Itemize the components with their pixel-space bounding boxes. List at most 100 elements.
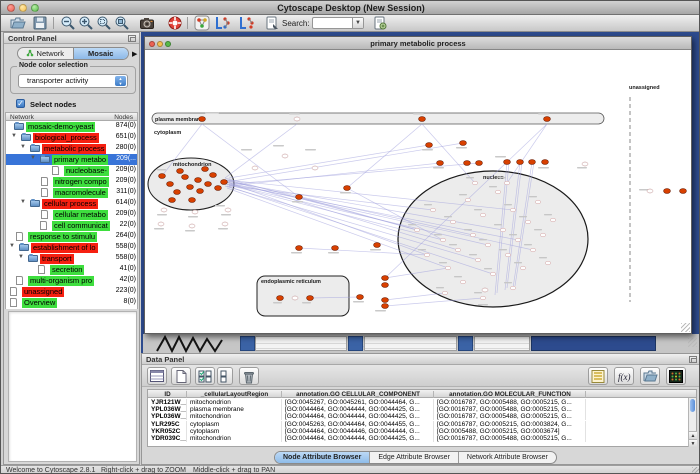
network-node[interactable] xyxy=(510,208,515,212)
background-window-thumbnail[interactable] xyxy=(474,336,530,351)
network-node-selected[interactable] xyxy=(544,117,551,122)
network-node-selected[interactable] xyxy=(529,160,536,165)
network-window-titlebar[interactable]: primary metabolic process xyxy=(145,37,691,50)
network-node-selected[interactable] xyxy=(174,190,181,195)
edit-network-2-icon[interactable] xyxy=(238,15,256,31)
network-node[interactable] xyxy=(424,253,429,257)
network-node-selected[interactable] xyxy=(205,182,212,187)
network-node[interactable] xyxy=(430,208,435,212)
tree-row-nitrogen-compo[interactable]: nitrogen compo209(0) xyxy=(6,176,138,187)
tab-overflow-arrow[interactable]: ▶ xyxy=(132,50,137,58)
network-node[interactable] xyxy=(460,280,465,284)
tree-row-multi-organism-pro[interactable]: multi-organism pro42(0) xyxy=(6,275,138,286)
table-row[interactable]: YPL036W__2plasma membrane[GO:0044464, GO… xyxy=(148,406,688,413)
network-node-selected[interactable] xyxy=(182,175,189,180)
network-node[interactable] xyxy=(414,228,419,232)
network-node[interactable] xyxy=(480,213,485,217)
network-node[interactable] xyxy=(535,200,540,204)
attribute-matrix-icon[interactable] xyxy=(666,367,686,385)
network-edge[interactable] xyxy=(422,124,475,183)
network-node-selected[interactable] xyxy=(680,189,687,194)
color-attribute-dropdown[interactable]: transporter activity ▲▼ xyxy=(18,74,128,88)
network-node[interactable] xyxy=(505,253,510,257)
compartment-plasma-membrane[interactable] xyxy=(152,113,604,124)
import-attributes-icon[interactable] xyxy=(640,367,660,385)
network-node[interactable] xyxy=(161,208,167,212)
network-edge[interactable] xyxy=(229,163,440,186)
network-node[interactable] xyxy=(540,233,545,237)
zoom-in-icon[interactable] xyxy=(77,15,95,31)
network-node[interactable] xyxy=(472,181,477,185)
network-node-selected[interactable] xyxy=(215,186,222,191)
expand-arrow-icon[interactable]: ▼ xyxy=(18,254,24,260)
annotation-icon[interactable] xyxy=(263,15,281,31)
birdseye-view-panel[interactable] xyxy=(8,311,137,462)
network-node-selected[interactable] xyxy=(464,161,471,166)
app-resize-grip[interactable] xyxy=(692,467,700,474)
network-node-selected[interactable] xyxy=(382,298,389,303)
network-node-selected[interactable] xyxy=(664,189,671,194)
save-session-icon[interactable] xyxy=(31,15,49,31)
tree-row-macromolecule[interactable]: macromolecule311(0) xyxy=(6,187,138,198)
network-node[interactable] xyxy=(312,166,318,170)
open-session-icon[interactable] xyxy=(9,15,27,31)
network-node[interactable] xyxy=(445,266,450,270)
scroll-down-arrow[interactable]: ▼ xyxy=(689,439,697,447)
table-row[interactable]: YDR039C__1mitochondrion[GO:0044464, GO:0… xyxy=(148,435,688,442)
network-edge[interactable] xyxy=(227,143,463,182)
tab-node-attribute-browser[interactable]: Node Attribute Browser xyxy=(275,452,370,463)
network-edge[interactable] xyxy=(385,293,445,300)
network-edge[interactable] xyxy=(229,145,429,178)
tree-row-establishment-of-lo[interactable]: ▼establishment of lo558(0) xyxy=(6,242,138,253)
network-node-selected[interactable] xyxy=(296,246,303,251)
zoom-out-icon[interactable] xyxy=(59,15,77,31)
network-node[interactable] xyxy=(545,261,550,265)
tree-row-biological-process[interactable]: ▼biological_process651(0) xyxy=(6,132,138,143)
tree-row-mosaic-demo-yeast[interactable]: mosaic-demo-yeast874(0) xyxy=(6,121,138,132)
tree-row-response-to-stimulu[interactable]: response to stimulu264(0) xyxy=(6,231,138,242)
network-node-selected[interactable] xyxy=(382,276,389,281)
network-node-selected[interactable] xyxy=(202,167,209,172)
network-node[interactable] xyxy=(440,238,445,242)
tree-row-cellular-process[interactable]: ▼cellular process614(0) xyxy=(6,198,138,209)
network-node[interactable] xyxy=(520,266,525,270)
expand-arrow-icon[interactable]: ▼ xyxy=(20,144,26,150)
network-node-selected[interactable] xyxy=(374,243,381,248)
network-node-selected[interactable] xyxy=(419,117,426,122)
background-window-titlebar[interactable] xyxy=(531,336,656,351)
network-node[interactable] xyxy=(550,218,555,222)
tree-row-unassigned[interactable]: unassigned223(0) xyxy=(6,286,138,297)
tab-network[interactable]: Network xyxy=(18,48,74,59)
network-node-selected[interactable] xyxy=(357,295,364,300)
network-node[interactable] xyxy=(475,258,480,262)
window-resize-grip[interactable] xyxy=(681,323,690,332)
tree-row-secretion[interactable]: secretion41(0) xyxy=(6,264,138,275)
network-node[interactable] xyxy=(485,243,490,247)
network-node-selected[interactable] xyxy=(332,246,339,251)
network-node-selected[interactable] xyxy=(382,304,389,309)
network-node-selected[interactable] xyxy=(426,143,433,148)
float-panel-icon[interactable] xyxy=(128,35,136,42)
network-node[interactable] xyxy=(490,272,495,276)
snapshot-icon[interactable] xyxy=(138,15,156,31)
network-node-selected[interactable] xyxy=(199,117,206,122)
background-window-thumbnail[interactable] xyxy=(364,336,457,351)
float-panel-icon[interactable] xyxy=(689,356,697,363)
network-node-selected[interactable] xyxy=(344,186,351,191)
column-header[interactable]: _cellularLayoutRegion xyxy=(188,391,282,398)
delete-attribute-icon[interactable] xyxy=(239,367,259,385)
network-node-selected[interactable] xyxy=(167,182,174,187)
network-node[interactable] xyxy=(222,222,228,226)
tab-mosaic[interactable]: Mosaic xyxy=(74,48,129,59)
scroll-up-arrow[interactable]: ▲ xyxy=(689,431,697,439)
vizmapper-icon[interactable] xyxy=(193,15,211,31)
network-node[interactable] xyxy=(470,233,475,237)
network-node-selected[interactable] xyxy=(187,185,194,190)
tree-row-cell-communicat[interactable]: cell communicat22(0) xyxy=(6,220,138,231)
select-all-attributes-icon[interactable] xyxy=(195,367,215,385)
resize-grip[interactable] xyxy=(688,338,697,347)
network-node-selected[interactable] xyxy=(210,173,217,178)
network-node[interactable] xyxy=(225,208,231,212)
tab-network-attribute-browser[interactable]: Network Attribute Browser xyxy=(459,452,556,463)
network-node-selected[interactable] xyxy=(177,169,184,174)
